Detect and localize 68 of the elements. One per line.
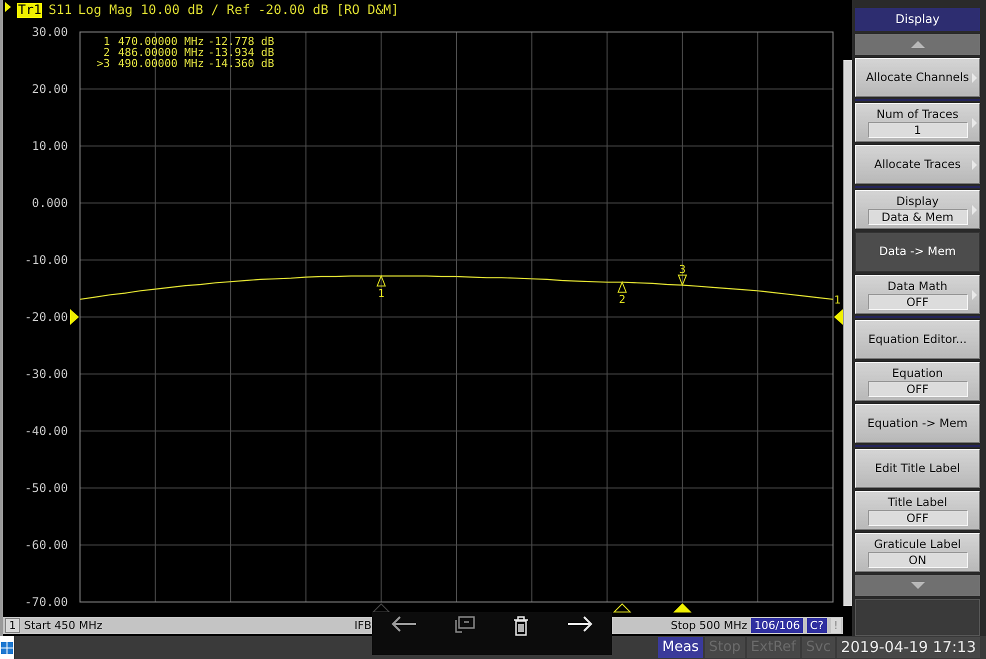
softkey-button[interactable]: Data Math OFF [855, 274, 980, 314]
softkey-button[interactable]: Equation OFF [855, 362, 980, 401]
axis-label: -60.00 [24, 538, 68, 552]
softkey-value: Data & Mem [868, 209, 968, 226]
marker-value: -13.934 dB [208, 46, 274, 59]
marker-frequency: 490.00000 MHz [118, 57, 204, 70]
axis-label: -30.00 [24, 367, 68, 381]
submenu-arrow-icon [972, 72, 977, 83]
start-frequency: Start 450 MHz [24, 619, 102, 632]
softkey-button[interactable]: Edit Title Label [855, 448, 980, 488]
reference-position-icon[interactable] [70, 309, 79, 325]
marker-number: 1 [103, 35, 110, 48]
submenu-arrow-icon [972, 290, 977, 300]
axis-label: -70.00 [24, 595, 68, 609]
axis-label: -40.00 [24, 424, 68, 438]
softkey-value: OFF [868, 510, 968, 526]
marker-frequency: 486.00000 MHz [118, 46, 204, 59]
axis-label: -10.00 [24, 253, 68, 267]
softkey-button[interactable]: Graticule Label ON [855, 533, 980, 572]
softkey-value: ON [868, 552, 968, 568]
softkey-button[interactable]: Data -> Mem [855, 232, 980, 272]
trash-icon[interactable] [513, 616, 529, 636]
if-bandwidth: IFB [354, 619, 372, 632]
marker-number: 2 [103, 46, 110, 59]
softkey-button[interactable]: Allocate Traces [855, 145, 980, 184]
submenu-arrow-icon [972, 160, 977, 170]
parameter-name: S11 [48, 3, 72, 18]
softkey-value: OFF [868, 380, 968, 397]
softkey-value: OFF [868, 294, 968, 310]
sweep-points: 106/106 [751, 618, 804, 633]
softkey-button[interactable]: Display Data & Mem [855, 190, 980, 230]
windows-logo-icon [1, 642, 13, 654]
softkey-value: 1 [868, 122, 968, 138]
marker-value: -14.360 dB [208, 57, 274, 70]
up-arrow-icon [910, 41, 924, 48]
softkey-button[interactable]: Equation Editor... [855, 320, 980, 359]
forward-arrow-icon[interactable] [567, 616, 593, 632]
axis-label: -20.00 [24, 310, 68, 324]
softkey-button[interactable]: Allocate Channels [855, 58, 980, 98]
date-time: 2019-04-19 17:13 [836, 637, 980, 658]
marker-value: -12.778 dB [208, 35, 274, 48]
submenu-arrow-icon [972, 205, 977, 216]
screen-icon[interactable] [455, 616, 475, 634]
marker-number: >3 [96, 57, 110, 70]
softkey-button[interactable]: Equation -> Mem [855, 404, 980, 443]
calibration-status: C? [807, 618, 827, 633]
axis-label: 20.00 [32, 82, 68, 96]
marker-frequency: 470.00000 MHz [118, 35, 204, 48]
trace-number: 1 [834, 293, 841, 306]
start-button[interactable] [0, 636, 14, 659]
trace-tag[interactable]: Tr1 [17, 3, 42, 18]
axis-label: 30.00 [32, 25, 68, 39]
axis-label: 0.000 [32, 196, 68, 210]
softkey-button[interactable]: Num of Traces 1 [855, 103, 980, 142]
back-arrow-icon[interactable] [391, 616, 417, 632]
axis-label: 10.00 [32, 139, 68, 153]
axis-label: -50.00 [24, 481, 68, 495]
status-indicator: Meas [658, 637, 703, 658]
stop-frequency: Stop 500 MHz [670, 619, 748, 632]
scroll-bar[interactable] [843, 60, 852, 606]
trace-settings-title: Log Mag 10.00 dB / Ref -20.00 dB [RO D&M] [78, 3, 399, 18]
active-trace-arrow-icon [5, 2, 11, 12]
down-arrow-icon [910, 582, 924, 590]
menu-title: Display [855, 8, 980, 32]
softkey-button[interactable]: Title Label OFF [855, 491, 980, 530]
warning-indicator: ! [830, 618, 841, 633]
channel-number: 1 [5, 618, 20, 633]
submenu-arrow-icon [972, 118, 977, 128]
